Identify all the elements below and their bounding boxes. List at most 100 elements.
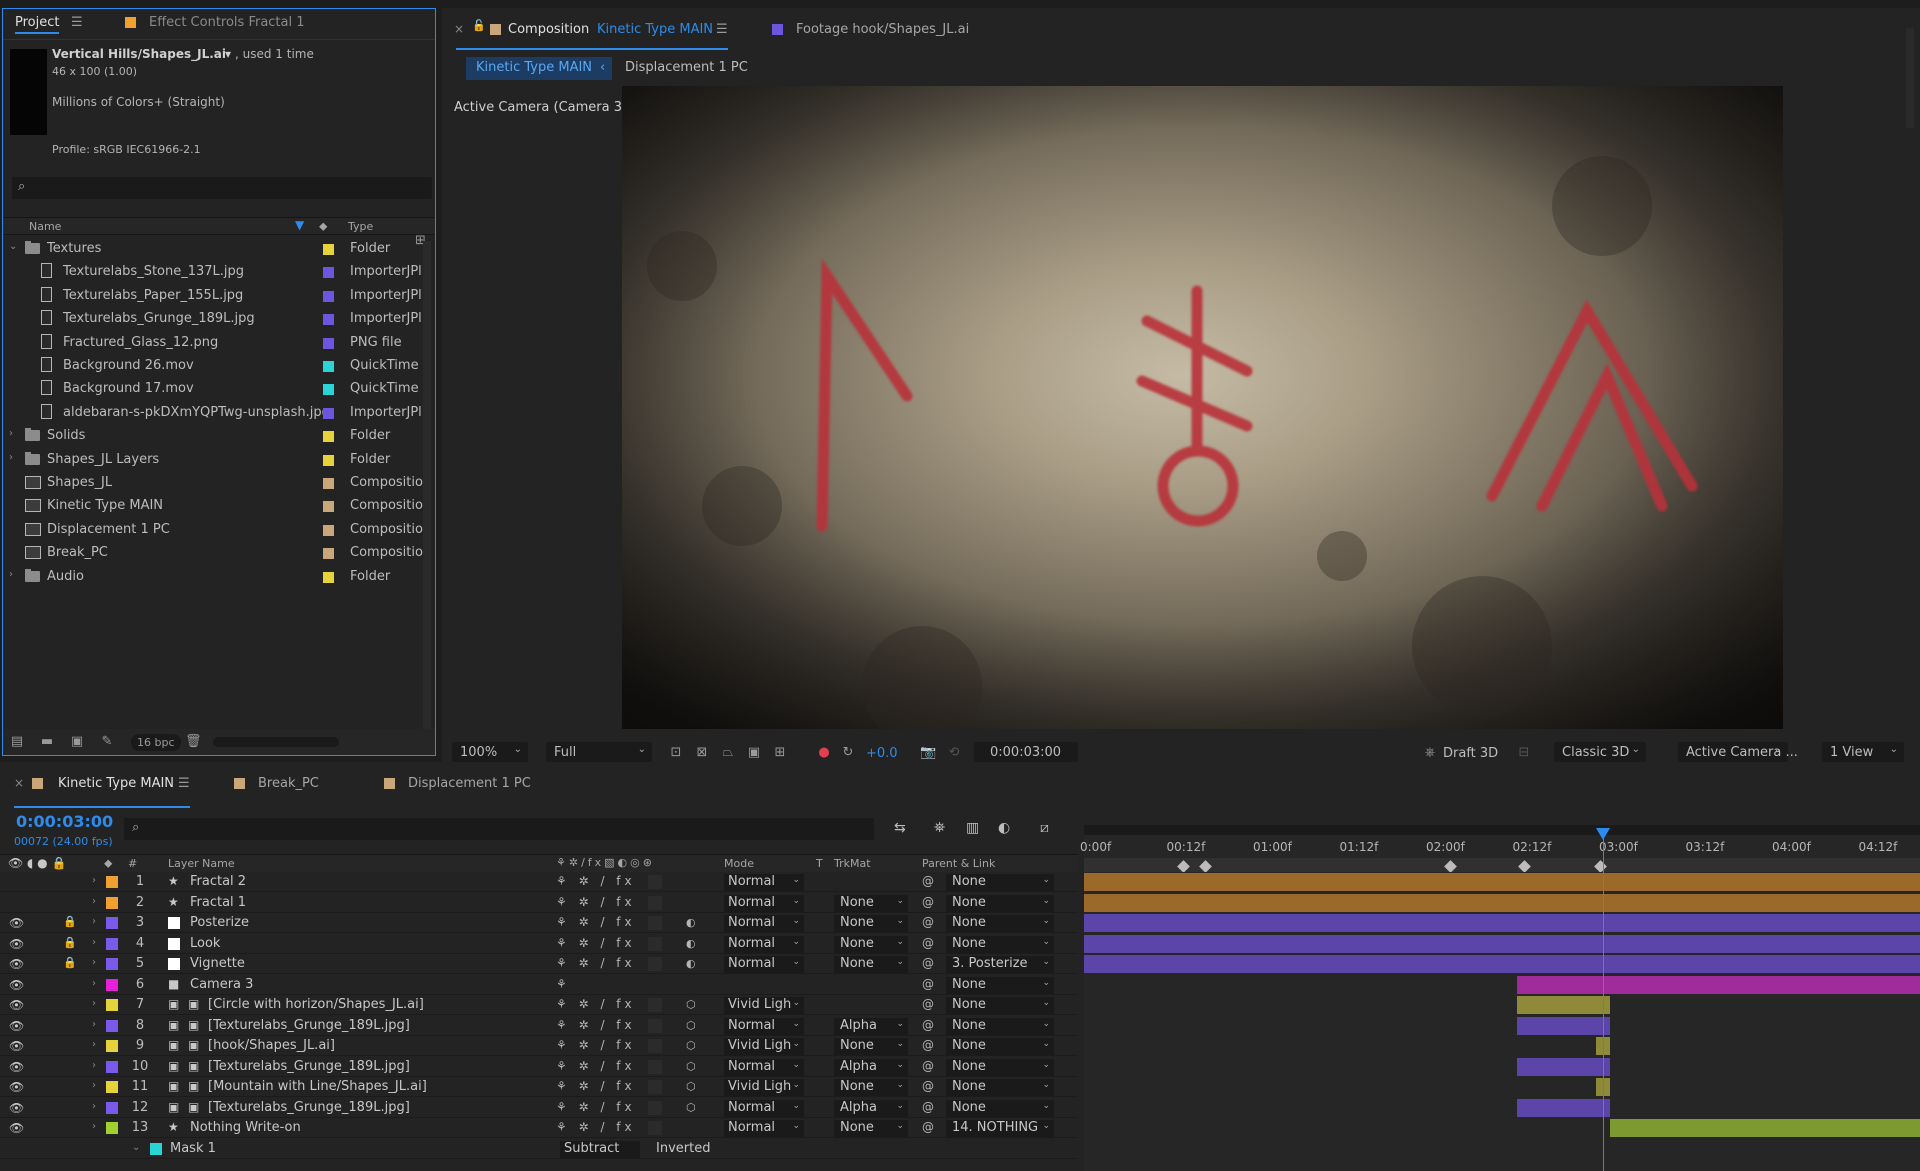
- pickwhip-icon[interactable]: @: [922, 1059, 934, 1073]
- adjustment-icon[interactable]: ◐: [686, 937, 700, 951]
- parent-dropdown[interactable]: None ⌄: [946, 1099, 1054, 1117]
- eye-icon[interactable]: 👁: [9, 1060, 24, 1074]
- trackmatte-dropdown[interactable]: None ⌄: [834, 894, 908, 912]
- parent-dropdown[interactable]: None ⌄: [946, 915, 1054, 932]
- label-swatch[interactable]: [106, 896, 118, 909]
- twirl-icon[interactable]: ›: [92, 1060, 96, 1071]
- twirl-icon[interactable]: ›: [92, 1080, 96, 1091]
- project-item[interactable]: Texturelabs_Grunge_189L.jpg ImporterJPl: [3, 307, 427, 330]
- project-item[interactable]: › Shapes_JL Layers Folder: [3, 448, 427, 471]
- view-layout-dropdown[interactable]: 1 View ⌄: [1822, 742, 1904, 764]
- resolution-dropdown[interactable]: Full ⌄: [546, 742, 652, 764]
- sort-arrow-icon[interactable]: ▼: [295, 218, 304, 232]
- col-trkmat[interactable]: TrkMat: [834, 857, 871, 870]
- label-swatch[interactable]: [106, 999, 118, 1011]
- motion-blur-switch[interactable]: [648, 1100, 662, 1115]
- parent-dropdown[interactable]: 3. Posterize ⌄: [946, 956, 1054, 973]
- switches-header-icons[interactable]: ⚘✲/fx▧◐◎⊛: [556, 856, 655, 869]
- lock-icon[interactable]: 🔒: [63, 936, 77, 949]
- draft3d-icon[interactable]: ⎈: [1422, 745, 1438, 761]
- eye-icon[interactable]: 👁: [9, 978, 24, 992]
- layer-switches[interactable]: ⚘ ✲ / fx: [556, 895, 636, 909]
- trash-icon[interactable]: 🗑: [185, 735, 202, 749]
- parent-dropdown[interactable]: None ⌄: [946, 1017, 1054, 1035]
- layer-duration-bar[interactable]: [1084, 914, 1920, 932]
- layer-switches[interactable]: ⚘ ✲ / fx: [556, 1059, 636, 1073]
- label-swatch[interactable]: [323, 454, 334, 466]
- label-swatch[interactable]: [323, 384, 334, 396]
- layer-row[interactable]: 👁 › 11 ▣ [Mountain with Line/Shapes_JL.ai] ▣ ⚘…: [0, 1077, 1078, 1097]
- trackmatte-dropdown[interactable]: None ⌄: [834, 956, 908, 973]
- label-swatch[interactable]: [106, 1060, 118, 1073]
- pickwhip-icon[interactable]: @: [922, 997, 934, 1011]
- project-item[interactable]: ⌄ Textures Folder: [3, 237, 427, 260]
- blend-mode-dropdown[interactable]: Vivid Ligh ⌄: [724, 1038, 804, 1055]
- eye-icon[interactable]: 👁: [9, 1101, 24, 1115]
- label-swatch[interactable]: [106, 1040, 118, 1052]
- trackmatte-dropdown[interactable]: Alpha ⌄: [834, 1017, 908, 1035]
- project-item[interactable]: Texturelabs_Stone_137L.jpg ImporterJPl: [3, 260, 427, 283]
- project-menu-icon[interactable]: ☰: [71, 15, 83, 30]
- viewer-menu-icon[interactable]: ☰: [716, 22, 728, 37]
- pickwhip-icon[interactable]: @: [922, 895, 934, 909]
- project-item[interactable]: Fractured_Glass_12.png PNG file: [3, 331, 427, 354]
- motion-blur-switch[interactable]: [648, 1121, 662, 1135]
- eye-icon[interactable]: 👁: [9, 1039, 24, 1053]
- layer-duration-bar[interactable]: [1516, 996, 1610, 1014]
- project-item[interactable]: Displacement 1 PC Compositio: [3, 518, 427, 541]
- motion-blur-switch[interactable]: [648, 875, 662, 889]
- transparency-grid-icon[interactable]: ⊠: [694, 745, 710, 761]
- eye-icon[interactable]: 👁: [9, 1121, 24, 1135]
- twirl-icon[interactable]: ›: [92, 1039, 96, 1050]
- tab-effect-controls[interactable]: Effect Controls Fractal 1: [149, 15, 305, 30]
- motion-blur-switch[interactable]: [648, 1059, 662, 1074]
- project-item[interactable]: Kinetic Type MAIN Compositio: [3, 494, 427, 517]
- pickwhip-icon[interactable]: @: [922, 956, 934, 970]
- parent-dropdown[interactable]: 14. NOTHING ⌄: [946, 1120, 1054, 1137]
- twirl-icon[interactable]: ›: [92, 896, 96, 907]
- layer-name[interactable]: [Texturelabs_Grunge_189L.jpg]: [208, 1059, 410, 1074]
- tab-composition-prefix[interactable]: Composition: [508, 22, 589, 37]
- project-item[interactable]: Texturelabs_Paper_155L.jpg ImporterJPl: [3, 284, 427, 307]
- parent-dropdown[interactable]: None ⌄: [946, 1079, 1054, 1096]
- layer-duration-tracks[interactable]: [1084, 872, 1920, 1171]
- twirl-icon[interactable]: ›: [92, 978, 96, 989]
- label-column-icon[interactable]: ⬥: [319, 219, 327, 234]
- label-swatch[interactable]: [323, 267, 334, 279]
- parent-dropdown[interactable]: None ⌄: [946, 976, 1054, 994]
- show-snapshot-icon[interactable]: ⟲: [946, 745, 962, 761]
- twirl-icon[interactable]: ›: [92, 1101, 96, 1112]
- subtab-kinetic-type-main[interactable]: Kinetic Type MAIN: [476, 60, 592, 75]
- layer-switches[interactable]: ⚘ ✲ / fx: [556, 915, 636, 929]
- layer-name[interactable]: Fractal 2: [190, 874, 246, 889]
- blend-mode-dropdown[interactable]: Vivid Ligh ⌄: [724, 1079, 804, 1096]
- adjustment-icon[interactable]: ◐: [686, 957, 700, 971]
- col-mode[interactable]: Mode: [724, 857, 754, 870]
- layer-switches[interactable]: ⚘: [556, 977, 571, 991]
- layer-name[interactable]: [Texturelabs_Grunge_189L.jpg]: [208, 1018, 410, 1033]
- pickwhip-icon[interactable]: @: [922, 1079, 934, 1093]
- motion-blur-switch[interactable]: [648, 895, 662, 910]
- label-swatch[interactable]: [106, 1081, 118, 1093]
- layer-name[interactable]: [Mountain with Line/Shapes_JL.ai]: [208, 1079, 427, 1094]
- layer-name[interactable]: Posterize: [190, 915, 249, 930]
- twirl-icon[interactable]: ⌄: [9, 241, 17, 252]
- pickwhip-icon[interactable]: @: [922, 1038, 934, 1052]
- label-swatch[interactable]: [106, 958, 118, 970]
- layer-duration-bar[interactable]: [1084, 873, 1920, 891]
- project-item[interactable]: › Solids Folder: [3, 424, 427, 447]
- viewer-timecode[interactable]: 0:00:03:00: [974, 742, 1078, 764]
- layer-name[interactable]: Camera 3: [190, 977, 253, 992]
- adjustment-icon[interactable]: ◐: [686, 916, 700, 930]
- graph-editor-icon[interactable]: ⧄: [1040, 820, 1049, 836]
- region-of-interest-icon[interactable]: ▣: [746, 745, 762, 761]
- layer-name[interactable]: [Circle with horizon/Shapes_JL.ai]: [208, 997, 424, 1012]
- layer-name[interactable]: Look: [190, 936, 220, 951]
- parent-dropdown[interactable]: None ⌄: [946, 874, 1054, 891]
- label-swatch[interactable]: [323, 478, 334, 489]
- project-search-input[interactable]: ⌕: [12, 177, 432, 199]
- layer-duration-bar[interactable]: [1516, 1016, 1610, 1035]
- 3d-layer-icon[interactable]: ⬡: [686, 1060, 700, 1074]
- col-t[interactable]: T: [816, 857, 823, 870]
- close-timeline-tab-icon[interactable]: ×: [14, 776, 24, 790]
